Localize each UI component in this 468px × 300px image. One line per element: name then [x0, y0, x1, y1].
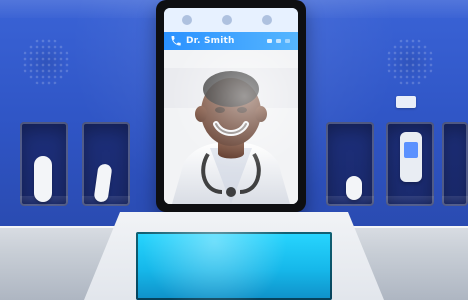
doctor-portrait — [164, 50, 298, 204]
speaker-left-icon — [22, 38, 70, 86]
call-header: Dr. Smith — [164, 32, 298, 50]
call-icon — [171, 36, 181, 46]
medical-device — [346, 176, 362, 200]
medical-device — [34, 156, 52, 202]
medical-device — [400, 132, 422, 182]
video-feed — [164, 50, 298, 204]
telehealth-booth-scene: Dr. Smith — [0, 0, 468, 300]
status-icon — [182, 15, 192, 25]
speaker-right-icon — [386, 38, 434, 86]
call-title: Dr. Smith — [186, 36, 235, 46]
tablet-status-bar — [164, 8, 298, 32]
status-icon — [222, 15, 232, 25]
tablet-screen: Dr. Smith — [164, 8, 298, 204]
status-icon — [262, 15, 272, 25]
video-call-tablet: Dr. Smith — [156, 0, 306, 212]
instrument-niche — [442, 122, 468, 206]
booth-tag — [396, 96, 416, 108]
call-actions-icon — [267, 39, 290, 43]
desk-monitor — [136, 232, 332, 300]
